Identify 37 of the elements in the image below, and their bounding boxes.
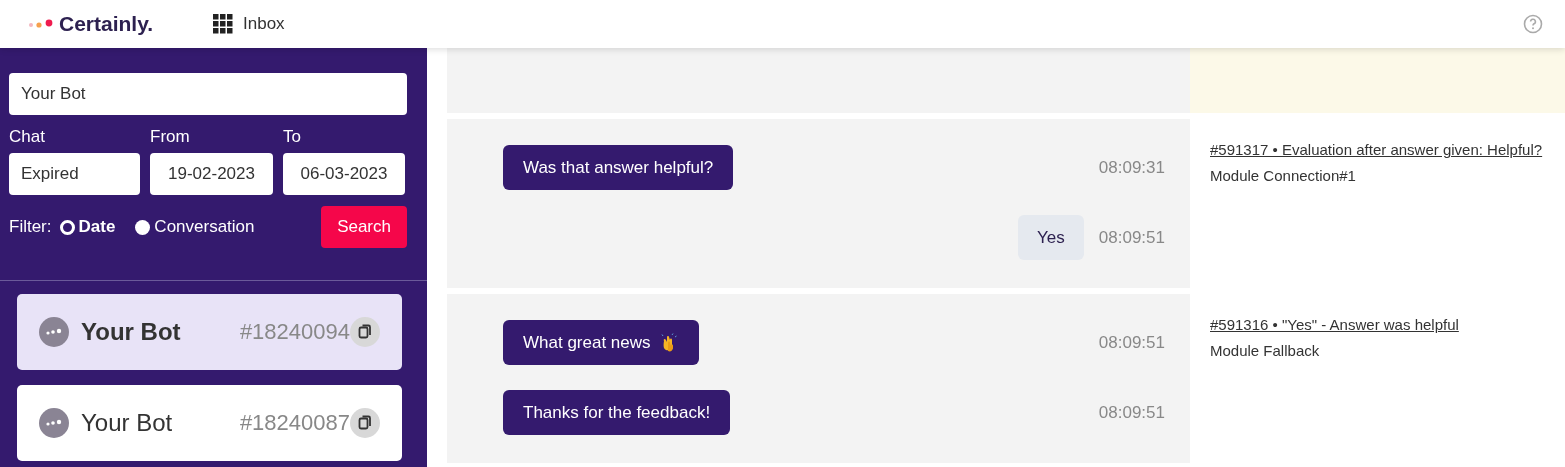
module-name: Module Connection#1 [1210,167,1356,184]
message-time: 08:09:51 [1098,332,1165,353]
bot-message-bubble: Thanks for the feedback! [503,390,731,435]
bot-message-bubble: Was that answer helpful? [503,145,734,190]
copy-icon[interactable] [350,408,380,438]
conversation-id: #18240094 [239,319,350,345]
inbox-nav-link[interactable]: Inbox [213,14,285,34]
user-message-bubble: Yes [1018,215,1084,260]
chat-status-field[interactable]: Expired [9,153,140,195]
block-link[interactable]: #591316 • "Yes" - Answer was helpful [1210,316,1459,333]
block-link[interactable]: #591317 • Evaluation after answer given: Helpful? [1210,141,1543,158]
message-time: 08:09:51 [1098,227,1165,248]
conversation-id: #18240087 [239,410,350,436]
filter-radio[interactable]: Date [59,217,116,237]
from-label: From [150,127,191,147]
chat-label: Chat [9,127,46,147]
to-label: To [283,127,302,147]
conversation-card[interactable]: Your Bot #18240087 [17,385,402,461]
conversation-name: Your Bot [81,409,173,437]
bot-avatar-icon [39,317,69,347]
search-button[interactable]: Search [321,206,407,248]
bot-avatar-icon [39,408,69,438]
logo-dots-icon [28,19,54,29]
bot-message-bubble: What great news [503,320,699,365]
to-date-field[interactable]: 06-03-2023 [283,153,405,195]
bot-name-field[interactable]: Your Bot [9,73,407,115]
conversation-card[interactable]: Your Bot #18240094 [17,294,402,370]
message-time: 08:09:51 [1098,402,1165,423]
from-date-field[interactable]: 19-02-2023 [150,153,273,195]
grid-icon [213,14,233,34]
filter-label: Filter: [9,217,52,237]
module-name: Module Fallback [1210,342,1320,359]
brand-name: Certainly. [59,12,154,36]
copy-icon[interactable] [350,317,380,347]
conversation-name: Your Bot [81,318,181,346]
message-time: 08:09:31 [1098,157,1165,178]
filter-radio[interactable]: Conversation [135,217,255,237]
